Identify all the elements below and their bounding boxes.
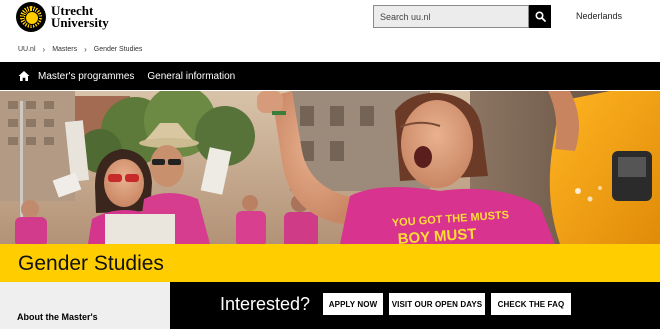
site-header: Utrecht University Nederlands: [0, 0, 660, 40]
home-icon[interactable]: [18, 70, 30, 82]
university-logo[interactable]: Utrecht University: [16, 1, 116, 33]
logo-line-2: University: [51, 15, 109, 30]
search-input[interactable]: [373, 5, 529, 28]
chevron-right-icon: ›: [84, 45, 87, 54]
cta-bar: Interested? APPLY NOW VISIT OUR OPEN DAY…: [170, 282, 660, 329]
search-button[interactable]: [529, 5, 551, 28]
search-form: [373, 5, 551, 28]
faq-button[interactable]: CHECK THE FAQ: [491, 293, 571, 315]
breadcrumb-current: Gender Studies: [93, 46, 143, 53]
sidebar-item-about[interactable]: About the Master's: [17, 312, 98, 322]
chevron-right-icon: ›: [42, 45, 46, 54]
breadcrumb: UU.nl › Masters › Gender Studies: [18, 45, 142, 54]
breadcrumb-home[interactable]: UU.nl: [18, 46, 36, 53]
page-title: Gender Studies: [18, 252, 164, 275]
hero-image: YOU GOT THE MUSTS BOY MUST: [0, 91, 660, 244]
search-icon: [534, 11, 546, 22]
logo-wordmark: Utrecht University: [51, 4, 109, 30]
breadcrumb-masters[interactable]: Masters: [52, 46, 77, 53]
page-title-band: Gender Studies: [0, 244, 660, 282]
language-switch-link[interactable]: Nederlands: [576, 11, 622, 21]
apply-now-button[interactable]: APPLY NOW: [323, 293, 383, 315]
nav-item-general-information[interactable]: General information: [147, 71, 235, 82]
university-seal-icon: [16, 2, 46, 32]
nav-item-masters-programmes[interactable]: Master's programmes: [38, 71, 134, 82]
cta-heading: Interested?: [220, 294, 311, 314]
sidebar: About the Master's: [0, 282, 170, 329]
main-navigation: Master's programmes General information: [0, 62, 660, 90]
open-days-button[interactable]: VISIT OUR OPEN DAYS: [389, 293, 485, 315]
